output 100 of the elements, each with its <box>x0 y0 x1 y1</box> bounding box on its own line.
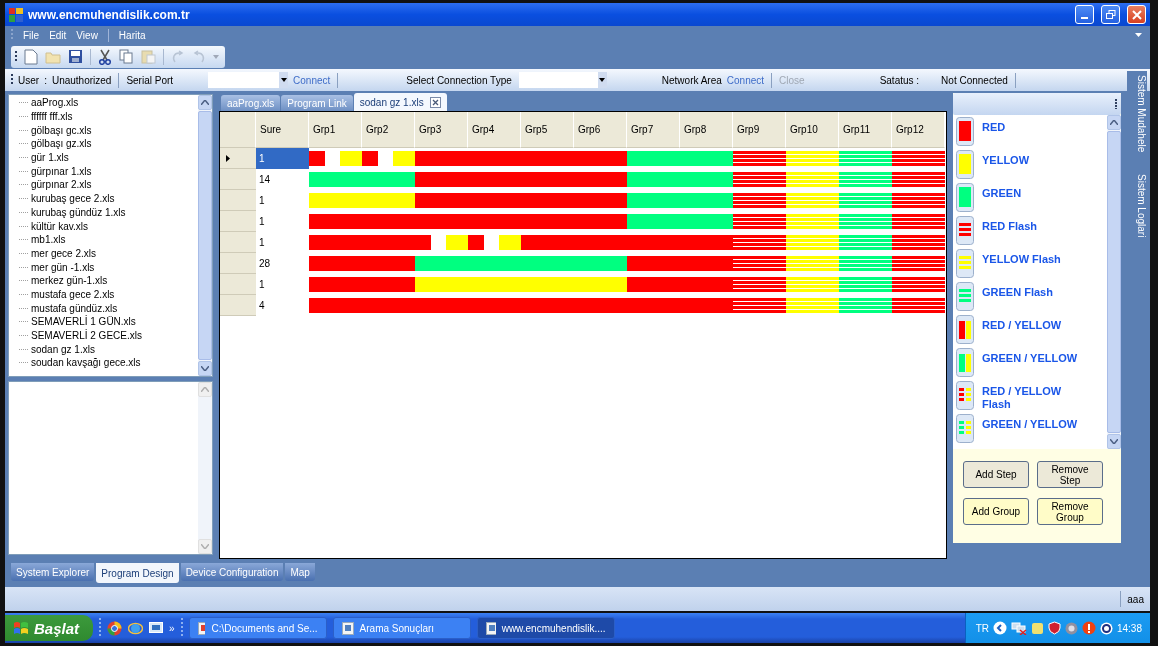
paste-icon[interactable] <box>141 49 156 64</box>
color-cell[interactable] <box>415 172 468 187</box>
redo-icon[interactable] <box>192 49 206 64</box>
color-cell[interactable] <box>733 172 786 187</box>
column-header[interactable]: Grp4 <box>468 112 521 148</box>
taskbar-button[interactable]: C:\Documents and Se... <box>188 617 327 639</box>
tray-app-icon[interactable] <box>1099 621 1113 635</box>
tree-item[interactable]: mb1.xls <box>31 234 66 246</box>
start-button[interactable]: Başlat <box>5 615 94 641</box>
menu-item[interactable]: File <box>23 29 40 41</box>
tree-item[interactable]: kurubaş gece 2.xls <box>31 193 115 205</box>
signal-swatch-icon[interactable] <box>956 348 974 377</box>
view-tab[interactable]: Program Design <box>96 563 179 583</box>
signal-label[interactable]: RED / YELLOW <box>982 315 1092 332</box>
more-chevron[interactable]: » <box>169 622 175 634</box>
tree-item[interactable]: SEMAVERLİ 1 GÜN.xls <box>31 316 136 328</box>
action-button[interactable]: Remove Group <box>1037 498 1103 525</box>
scissors-icon[interactable] <box>98 48 112 65</box>
color-cell[interactable] <box>309 172 362 187</box>
color-cell[interactable] <box>839 193 892 208</box>
menu-item[interactable]: Harita <box>118 29 146 41</box>
color-cell[interactable] <box>786 172 839 187</box>
serial-port-dropdown[interactable] <box>208 72 289 88</box>
color-cell[interactable] <box>680 151 733 166</box>
close-button[interactable] <box>1127 5 1146 24</box>
color-cell[interactable] <box>680 193 733 208</box>
view-tab[interactable]: System Explorer <box>11 563 95 581</box>
color-cell[interactable] <box>415 277 468 292</box>
taskbar-button[interactable]: Arama Sonuçları <box>332 617 471 639</box>
color-cell[interactable] <box>892 214 945 229</box>
signal-swatch-icon[interactable] <box>956 381 974 410</box>
taskbar-button[interactable]: www.encmuhendislik.... <box>476 617 615 639</box>
tree-item[interactable]: mustafa gündüz.xls <box>31 302 118 314</box>
color-cell[interactable] <box>574 151 627 166</box>
browser-icon[interactable] <box>128 620 144 636</box>
column-header[interactable]: Sure <box>256 112 309 148</box>
tree-item[interactable]: sodan gz 1.xls <box>31 343 95 355</box>
signal-label[interactable]: GREEN <box>982 183 1092 200</box>
color-cell[interactable] <box>733 193 786 208</box>
color-cell[interactable] <box>892 277 945 292</box>
color-cell[interactable] <box>892 193 945 208</box>
color-cell[interactable] <box>627 214 680 229</box>
signal-swatch-icon[interactable] <box>956 150 974 179</box>
scroll-down-icon[interactable] <box>201 544 209 549</box>
action-button[interactable]: Add Step <box>963 461 1029 488</box>
color-cell[interactable] <box>309 256 362 271</box>
color-cell[interactable] <box>786 256 839 271</box>
duration-cell[interactable]: 1 <box>256 190 309 211</box>
color-cell[interactable] <box>839 172 892 187</box>
scrollbar[interactable] <box>198 95 212 376</box>
color-cell[interactable] <box>892 235 945 250</box>
connection-type-dropdown[interactable] <box>518 72 607 88</box>
color-cell[interactable] <box>839 298 892 313</box>
color-cell[interactable] <box>786 193 839 208</box>
color-cell[interactable] <box>786 298 839 313</box>
color-cell[interactable] <box>362 193 415 208</box>
connect-link[interactable]: Connect <box>293 74 331 86</box>
color-cell[interactable] <box>309 151 362 166</box>
new-file-icon[interactable] <box>24 48 38 65</box>
connect-link[interactable]: Connect <box>726 74 765 86</box>
signal-label[interactable]: RED <box>982 117 1092 134</box>
column-header[interactable]: Grp8 <box>680 112 733 148</box>
column-header[interactable]: Grp2 <box>362 112 415 148</box>
dropdown-caret-icon[interactable] <box>213 54 219 59</box>
signal-swatch-icon[interactable] <box>956 216 974 245</box>
signal-label[interactable]: YELLOW <box>982 150 1092 167</box>
action-button[interactable]: Add Group <box>963 498 1029 525</box>
color-cell[interactable] <box>627 193 680 208</box>
color-cell[interactable] <box>574 256 627 271</box>
copy-icon[interactable] <box>119 49 134 64</box>
duration-cell[interactable]: 1 <box>256 232 309 253</box>
tree-item[interactable]: soudan kavşağı gece.xls <box>31 357 141 369</box>
tree-item[interactable]: gölbaşı gz.xls <box>31 138 92 150</box>
color-cell[interactable] <box>574 193 627 208</box>
color-cell[interactable] <box>627 256 680 271</box>
scroll-up-icon[interactable] <box>201 100 209 105</box>
duration-cell[interactable]: 1 <box>256 148 309 169</box>
color-cell[interactable] <box>627 172 680 187</box>
color-cell[interactable] <box>839 256 892 271</box>
color-cell[interactable] <box>362 277 415 292</box>
color-cell[interactable] <box>892 151 945 166</box>
tree-item[interactable]: aaProg.xls <box>31 97 79 109</box>
overflow-caret-icon[interactable] <box>1135 33 1142 37</box>
menu-item[interactable]: Edit <box>49 29 67 41</box>
color-cell[interactable] <box>733 277 786 292</box>
color-cell[interactable] <box>680 172 733 187</box>
scroll-up-icon[interactable] <box>201 387 209 392</box>
color-cell[interactable] <box>309 298 362 313</box>
color-cell[interactable] <box>733 214 786 229</box>
color-cell[interactable] <box>892 256 945 271</box>
signal-label[interactable]: RED / YELLOW Flash <box>982 381 1092 411</box>
scrollbar[interactable] <box>198 382 212 554</box>
color-cell[interactable] <box>627 277 680 292</box>
color-cell[interactable] <box>309 235 362 250</box>
action-button[interactable]: Remove Step <box>1037 461 1103 488</box>
tree-item[interactable]: kültür kav.xls <box>31 220 89 232</box>
tree-item[interactable]: mer gece 2.xls <box>31 247 97 259</box>
column-header[interactable]: Grp5 <box>521 112 574 148</box>
color-cell[interactable] <box>362 151 415 166</box>
tree-item[interactable]: gür 1.xls <box>31 152 69 164</box>
